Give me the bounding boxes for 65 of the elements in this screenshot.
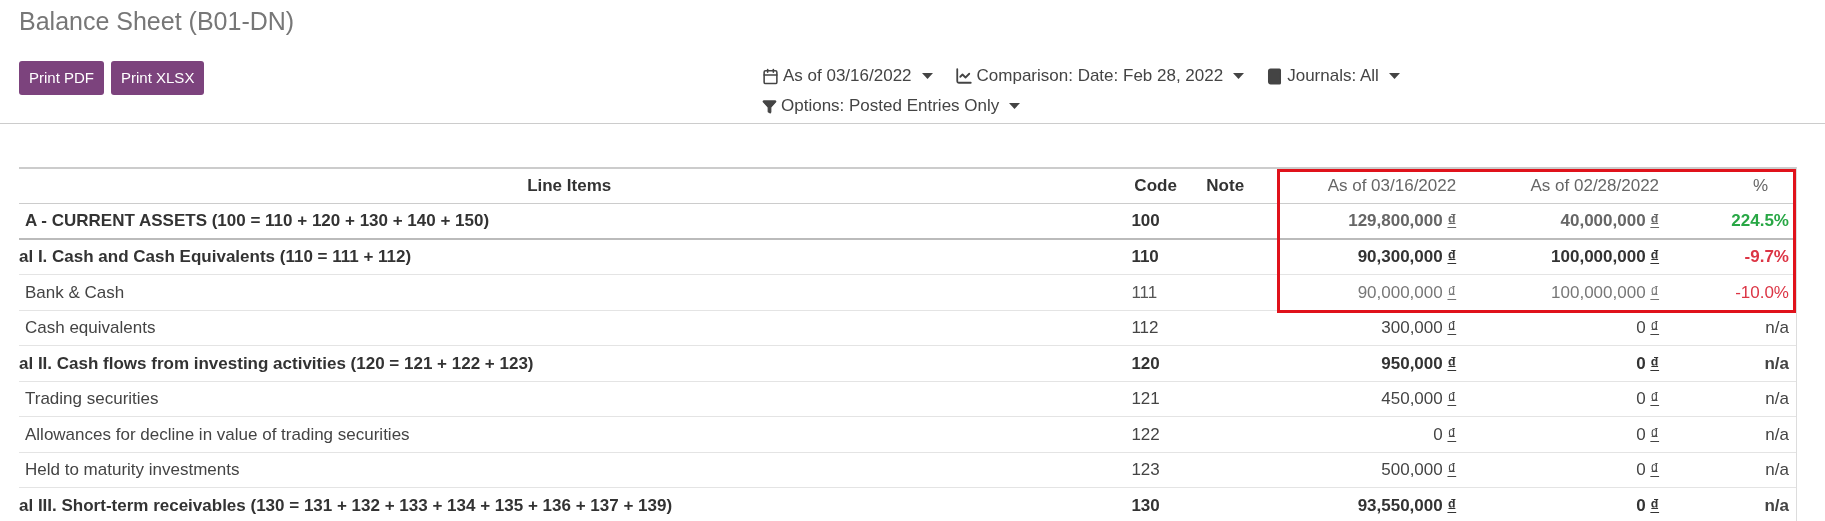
filter-icon: [762, 98, 777, 114]
filter-dropdown[interactable]: Options: Posted Entries Only: [762, 91, 1021, 121]
amount: 500,000 ₫: [1381, 460, 1457, 479]
column-header: As of 03/16/2022: [1326, 175, 1458, 198]
line-item-label: Trading securities: [24, 389, 159, 408]
amount: 0 ₫: [1636, 389, 1660, 408]
amount: 950,000 ₫: [1381, 353, 1457, 373]
line-item-label: Bank & Cash: [24, 282, 125, 302]
account-code: 112: [1131, 318, 1159, 337]
account-code: 122: [1131, 424, 1160, 444]
amount: 0 ₫: [1636, 424, 1660, 444]
percent-change: n/a: [1765, 460, 1789, 479]
amount: 90,000,000 ₫: [1357, 282, 1457, 302]
account-code: 110: [1131, 247, 1159, 266]
account-code: 120: [1131, 353, 1160, 373]
percent-change: n/a: [1764, 353, 1789, 373]
amount: 100,000,000 ₫: [1551, 247, 1660, 266]
caret-icon: [1388, 73, 1400, 79]
amount: 0 ₫: [1636, 353, 1660, 373]
page-title: Balance Sheet (B01-DN): [19, 6, 296, 36]
percent-change: n/a: [1765, 424, 1789, 444]
account-code: 100: [1131, 211, 1160, 230]
amount: 0 ₫: [1636, 460, 1660, 479]
percent-change: n/a: [1764, 495, 1789, 515]
line-item-label: Held to maturity investments: [24, 460, 240, 479]
percent-change: -9.7%: [1744, 247, 1789, 266]
percent-change: n/a: [1765, 318, 1789, 337]
amount: 129,800,000 ₫: [1348, 211, 1457, 230]
column-header: As of 02/28/2022: [1529, 175, 1661, 198]
percent-change: 224.5%: [1731, 211, 1789, 230]
filter-dropdown[interactable]: Comparison: Date: Feb 28, 2022: [954, 61, 1245, 91]
amount: 0 ₫: [1636, 318, 1660, 337]
amount: 0 ₫: [1636, 495, 1660, 515]
account-code: 121: [1131, 389, 1160, 408]
column-header: Line Items: [526, 175, 613, 198]
calendar-icon: [762, 67, 779, 85]
account-code: 111: [1131, 282, 1158, 302]
line-item-label: A - CURRENT ASSETS (100 = 110 + 120 + 130 + 140 + 150): [24, 211, 490, 230]
caret-icon: [1009, 103, 1021, 109]
amount: 40,000,000 ₫: [1560, 211, 1660, 230]
amount: 300,000 ₫: [1381, 318, 1457, 337]
line-chart-icon: [954, 67, 973, 85]
caret-icon: [1233, 73, 1245, 79]
caret-icon: [921, 73, 933, 79]
amount: 90,300,000 ₫: [1357, 247, 1457, 266]
filter-dropdown[interactable]: As of 03/16/2022: [762, 61, 933, 91]
line-item-label: Cash equivalents: [24, 318, 156, 337]
amount: 0 ₫: [1433, 424, 1457, 444]
line-item-label: al III. Short-term receivables (130 = 131 + 132 + 133 + 134 + 135 + 136 + 137 + 139): [19, 495, 673, 515]
account-code: 130: [1131, 495, 1160, 515]
print-button[interactable]: Print PDF: [19, 61, 104, 95]
line-item-label: al I. Cash and Cash Equivalents (110 = 111 + 112): [19, 247, 412, 266]
account-code: 123: [1131, 460, 1160, 479]
column-header: Note: [1205, 175, 1246, 198]
column-header: Code: [1133, 175, 1178, 198]
percent-change: n/a: [1765, 389, 1789, 408]
column-header: %: [1751, 175, 1769, 198]
line-item-label: Allowances for decline in value of trading securities: [24, 424, 410, 444]
print-button[interactable]: Print XLSX: [111, 61, 205, 95]
filter-dropdown[interactable]: Journals: All: [1266, 61, 1400, 91]
line-item-label: al II. Cash flows from investing activities (120 = 121 + 122 + 123): [19, 353, 534, 373]
amount: 100,000,000 ₫: [1551, 282, 1660, 302]
amount: 93,550,000 ₫: [1357, 495, 1457, 515]
percent-change: -10.0%: [1735, 282, 1789, 302]
amount: 450,000 ₫: [1381, 389, 1457, 408]
